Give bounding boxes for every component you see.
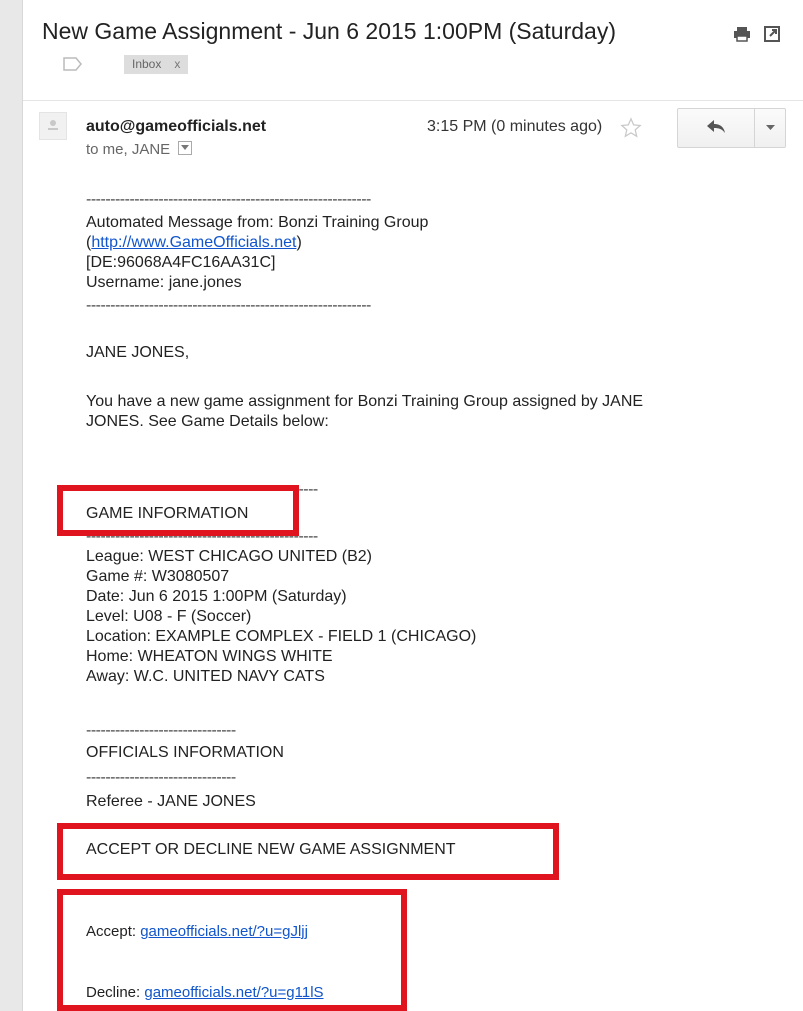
officials-divider: -------------------------------: [86, 722, 236, 739]
message-time: 3:15 PM (0 minutes ago): [427, 118, 603, 135]
recipient-text: to me, JANE: [86, 141, 171, 158]
reply-button-group: [677, 108, 786, 148]
intro-line-1: You have a new game assignment for Bonzi…: [86, 393, 644, 410]
highlight-accept-decline: [57, 823, 559, 880]
avatar: [39, 112, 67, 140]
remove-label-button[interactable]: x: [174, 57, 180, 71]
reply-button[interactable]: [678, 109, 754, 147]
username: Username: jane.jones: [86, 274, 242, 291]
inbox-label-text: Inbox: [132, 57, 162, 71]
salutation: JANE JONES,: [86, 344, 190, 361]
website-link[interactable]: http://www.GameOfficials.net: [91, 234, 296, 251]
de-code: [DE:96068A4FC16AA31C]: [86, 254, 276, 271]
game-number: Game #: W3080507: [86, 568, 230, 585]
officials-divider: -------------------------------: [86, 769, 236, 786]
recipient-line: to me, JANE: [86, 141, 193, 158]
intro-line-2: JONES. See Game Details below:: [86, 413, 329, 430]
game-date: Date: Jun 6 2015 1:00PM (Saturday): [86, 588, 347, 605]
referee: Referee - JANE JONES: [86, 793, 256, 810]
inbox-label[interactable]: Inbox x: [124, 55, 189, 74]
sender-email[interactable]: auto@gameofficials.net: [86, 118, 266, 136]
dropdown-icon[interactable]: [178, 141, 193, 156]
star-icon[interactable]: [620, 117, 642, 144]
new-window-icon[interactable]: [762, 24, 782, 44]
paren-close: ): [296, 234, 302, 251]
league: League: WEST CHICAGO UNITED (B2): [86, 548, 372, 565]
game-location: Location: EXAMPLE COMPLEX - FIELD 1 (CHI…: [86, 628, 477, 645]
print-icon[interactable]: [732, 24, 752, 44]
home-team: Home: WHEATON WINGS WHITE: [86, 648, 333, 665]
divider: ----------------------------------------…: [86, 191, 371, 208]
divider: ----------------------------------------…: [86, 297, 371, 314]
website-line: (http://www.GameOfficials.net): [86, 233, 302, 253]
highlight-game-information: [57, 485, 299, 536]
highlight-accept-decline-links: [57, 889, 407, 1011]
away-team: Away: W.C. UNITED NAVY CATS: [86, 668, 325, 685]
label-tag-icon[interactable]: [63, 57, 83, 71]
email-header: New Game Assignment - Jun 6 2015 1:00PM …: [23, 0, 803, 101]
game-level: Level: U08 - F (Soccer): [86, 608, 252, 625]
automated-from: Automated Message from: Bonzi Training G…: [86, 214, 429, 231]
email-subject: New Game Assignment - Jun 6 2015 1:00PM …: [42, 18, 617, 44]
officials-header: OFFICIALS INFORMATION: [86, 744, 284, 761]
more-options-button[interactable]: [754, 109, 787, 147]
